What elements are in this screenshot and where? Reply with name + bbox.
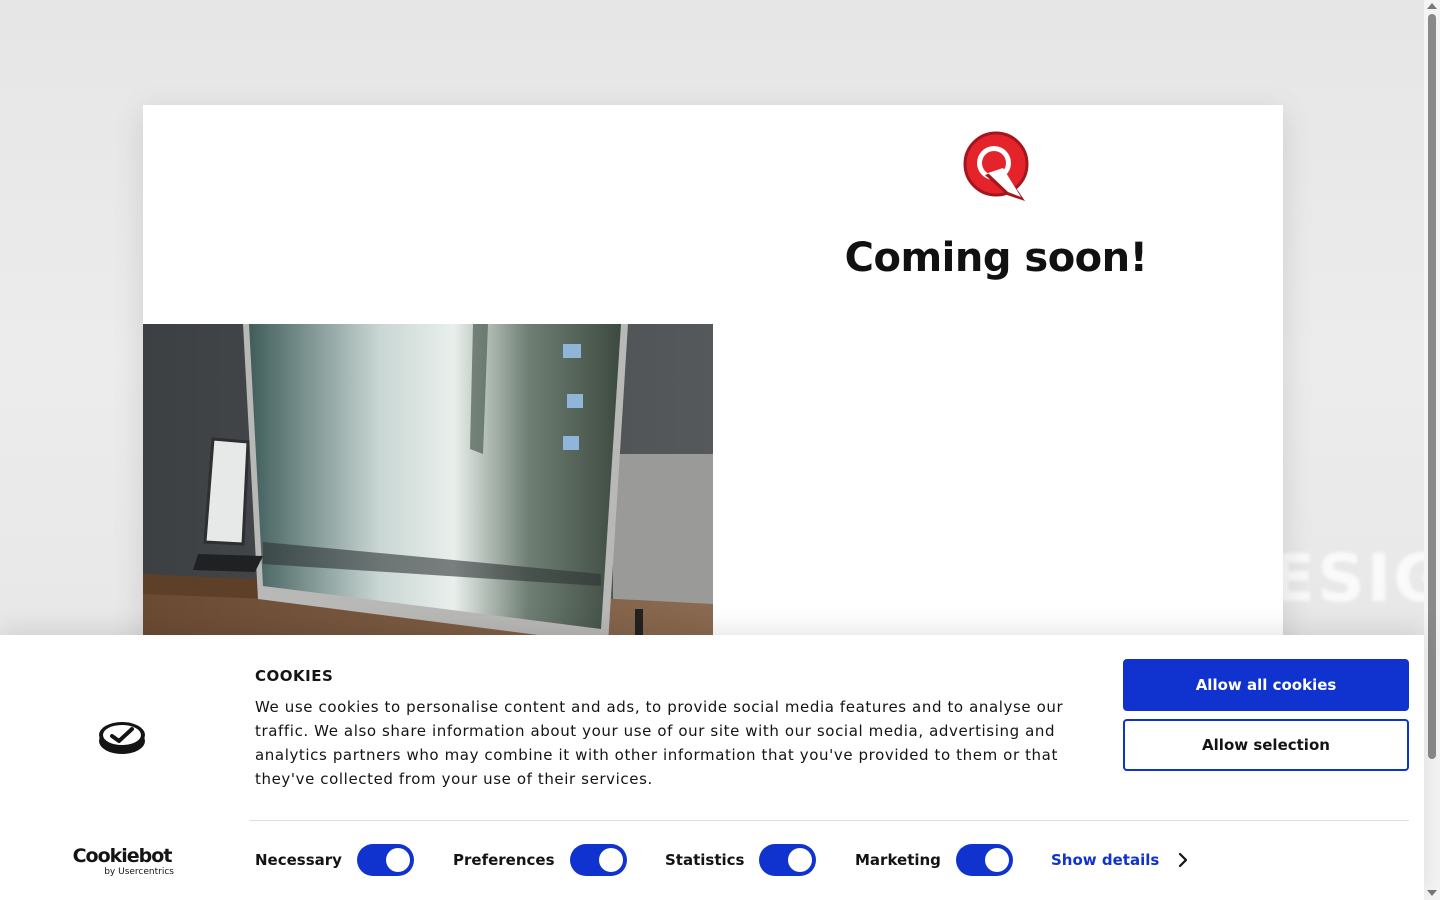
cookiebot-brand-logo: Cookiebot by Usercentrics xyxy=(70,845,174,877)
cookie-consent-banner: COOKIES We use cookies to personalise co… xyxy=(0,635,1424,900)
show-details-label: Show details xyxy=(1051,851,1160,869)
consent-necessary-label: Necessary xyxy=(255,851,342,869)
toggle-knob xyxy=(788,848,813,872)
consent-statistics-toggle[interactable] xyxy=(759,844,817,876)
page-viewport: ESIGN xyxy=(0,0,1440,900)
page-scrollbar[interactable] xyxy=(1424,0,1440,900)
consent-statistics-label: Statistics xyxy=(665,851,745,869)
consent-preferences-toggle[interactable] xyxy=(569,844,627,876)
consent-preferences-label: Preferences xyxy=(453,851,555,869)
hero-image xyxy=(143,324,713,644)
coming-soon-card: Coming soon! xyxy=(143,105,1283,665)
allow-all-cookies-button[interactable]: Allow all cookies xyxy=(1123,659,1409,711)
show-details-link[interactable]: Show details xyxy=(1051,844,1189,876)
cookiebot-brand-sub: by Usercentrics xyxy=(104,867,174,877)
consent-necessary-toggle[interactable] xyxy=(356,844,414,876)
cookiebot-mark-icon xyxy=(98,719,146,757)
chevron-right-icon xyxy=(1179,852,1188,868)
allow-selection-button[interactable]: Allow selection xyxy=(1123,719,1409,771)
consent-marketing-label: Marketing xyxy=(855,851,941,869)
desk-monitor-photo xyxy=(143,324,713,644)
cookie-banner-divider xyxy=(250,820,1409,821)
consent-marketing: Marketing xyxy=(855,844,1013,876)
toggle-knob xyxy=(984,848,1009,872)
scroll-down-icon[interactable] xyxy=(1427,890,1437,896)
page-title: Coming soon! xyxy=(844,235,1148,281)
brand-logo-icon xyxy=(963,131,1033,205)
consent-marketing-toggle[interactable] xyxy=(955,844,1013,876)
cookie-banner-title: COOKIES xyxy=(255,667,334,685)
cookiebot-brand-name: Cookiebot xyxy=(72,845,173,867)
consent-necessary: Necessary xyxy=(255,844,414,876)
cookie-banner-text: We use cookies to personalise content an… xyxy=(255,698,1064,788)
toggle-knob xyxy=(385,848,410,872)
scroll-up-icon[interactable] xyxy=(1427,3,1437,9)
background-design-lettering: ESIGN xyxy=(1270,540,1440,617)
scrollbar-thumb[interactable] xyxy=(1428,14,1436,759)
consent-preferences: Preferences xyxy=(453,844,627,876)
toggle-knob xyxy=(598,848,623,872)
consent-statistics: Statistics xyxy=(665,844,817,876)
